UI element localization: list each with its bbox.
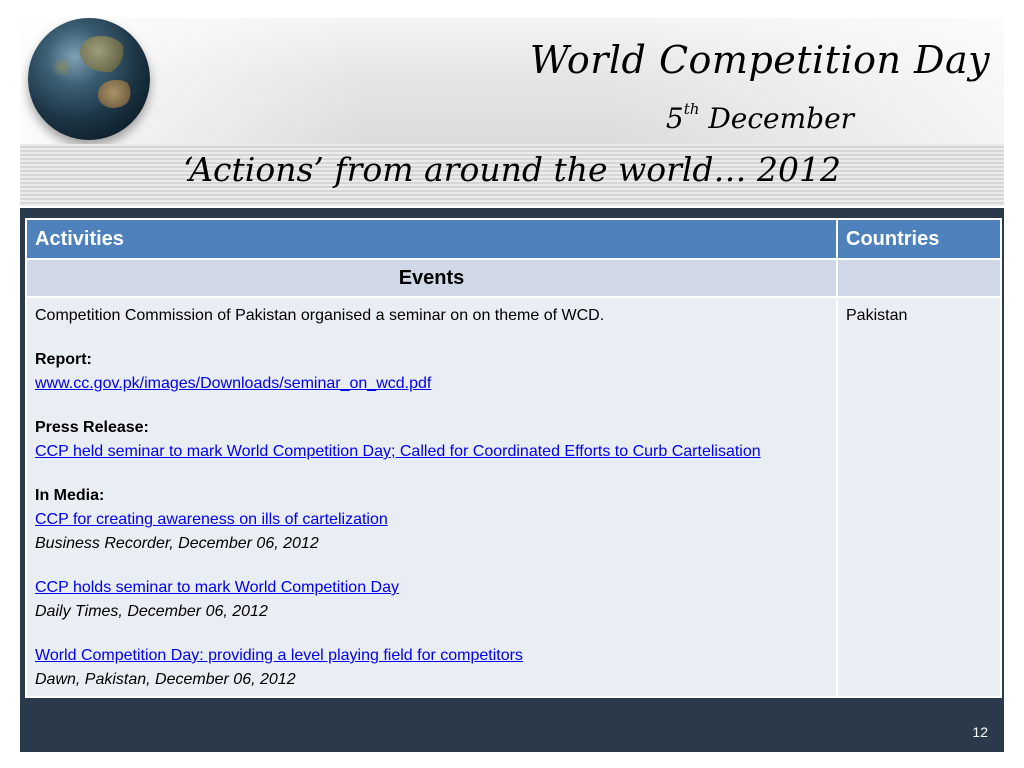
slide-subtitle: ‘Actions’ from around the world… 2012 bbox=[182, 150, 842, 189]
column-header-activities: Activities bbox=[25, 218, 838, 260]
media-source-3: Dawn, Pakistan, December 06, 2012 bbox=[35, 671, 296, 688]
intro-text: Competition Commission of Pakistan organ… bbox=[35, 307, 605, 324]
column-header-countries: Countries bbox=[836, 218, 1002, 260]
report-label: Report: bbox=[35, 351, 92, 368]
press-release-link[interactable]: CCP held seminar to mark World Competiti… bbox=[35, 443, 761, 460]
slide-date: 5th December bbox=[665, 100, 855, 135]
media-source-2: Daily Times, December 06, 2012 bbox=[35, 603, 268, 620]
media-source-1: Business Recorder, December 06, 2012 bbox=[35, 535, 319, 552]
media-link-3[interactable]: World Competition Day: providing a level… bbox=[35, 647, 523, 664]
press-release-label: Press Release: bbox=[35, 419, 149, 436]
header-band: World Competition Day 5th December bbox=[20, 18, 1004, 144]
page-number: 12 bbox=[972, 724, 988, 740]
media-link-1[interactable]: CCP for creating awareness on ills of ca… bbox=[35, 511, 388, 528]
report-link[interactable]: www.cc.gov.pk/images/Downloads/seminar_o… bbox=[35, 375, 431, 392]
slide-title: World Competition Day bbox=[529, 38, 991, 82]
country-name: Pakistan bbox=[846, 307, 908, 324]
slide: World Competition Day 5th December ‘Acti… bbox=[0, 0, 1024, 768]
events-label: Events bbox=[25, 258, 838, 298]
in-media-label: In Media: bbox=[35, 487, 105, 504]
countries-cell: Pakistan bbox=[836, 296, 1002, 698]
activities-table: Activities Countries Events Competition … bbox=[25, 218, 1002, 698]
table-header-row: Activities Countries bbox=[25, 218, 1002, 260]
media-link-2[interactable]: CCP holds seminar to mark World Competit… bbox=[35, 579, 399, 596]
table-row: Competition Commission of Pakistan organ… bbox=[25, 296, 1002, 698]
globe-icon bbox=[28, 18, 150, 140]
activities-cell: Competition Commission of Pakistan organ… bbox=[25, 296, 838, 698]
events-row: Events bbox=[25, 258, 1002, 298]
